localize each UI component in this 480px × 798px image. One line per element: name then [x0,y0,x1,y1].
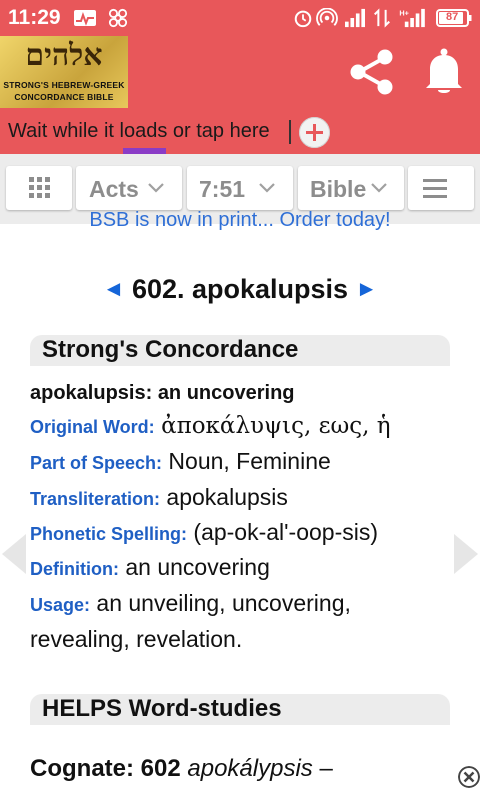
page-title: ◄ 602. apokalupsis ► [0,274,480,305]
section-strongs-concordance: Strong's Concordance [30,335,450,366]
cognate-row: Cognate: 602 apokálypsis – [30,755,333,783]
close-ad-icon[interactable] [458,766,480,788]
transliteration-label[interactable]: Transliteration: [30,489,160,509]
phonetic-label[interactable]: Phonetic Spelling: [30,524,187,544]
share-icon[interactable] [346,46,398,98]
definition-value: an uncovering [125,554,270,580]
section-title: HELPS Word-studies [42,695,282,722]
chevron-down-icon [148,183,164,193]
text-cursor [289,120,291,144]
cognate-word: apokálypsis [187,755,313,782]
section-title: Strong's Concordance [42,336,299,363]
previous-page-arrow-icon[interactable] [0,532,28,576]
version-select[interactable]: Bible [298,166,404,210]
prev-entry-arrow[interactable]: ◄ [103,276,125,301]
transliteration-row: Transliteration: apokalupsis [30,484,288,511]
chevron-down-icon [371,183,387,193]
battery-level: 87 [446,11,459,23]
alarm-icon [294,10,312,28]
original-word-row: Original Word: ἀποκάλυψις, εως, ἡ [30,412,391,439]
main-content: ◄ 602. apokalupsis ► Strong's Concordanc… [0,224,480,798]
cognate-label: Cognate: 602 [30,755,181,782]
notification-bell-icon[interactable] [422,48,466,96]
loading-bar[interactable]: Wait while it loads or tap here [0,108,480,154]
transliteration-value: apokalupsis [166,484,288,510]
status-time: 11:29 [8,6,61,29]
data-arrows-icon [374,8,390,28]
pos-value: Noun, Feminine [168,448,331,474]
usage-value-line1: an unveiling, uncovering, [96,590,351,616]
original-word-label[interactable]: Original Word: [30,417,155,437]
svg-text:H+: H+ [399,8,409,17]
hamburger-icon [423,179,447,198]
logo-hebrew: אלהים [25,38,103,73]
book-select[interactable]: Acts [76,166,182,210]
phonetic-row: Phonetic Spelling: (ap-ok-al'-oop-sis) [30,519,378,546]
grid-menu-button[interactable] [6,166,72,210]
original-word-value: ἀποκάλυψις, εως, ἡ [161,413,391,439]
cut-off-text-line [30,788,410,798]
definition-row: Definition: an uncovering [30,554,270,581]
app-logo[interactable]: אלהים STRONG'S HEBREW-GREEK CONCORDANCE … [0,36,128,108]
loading-text[interactable]: Wait while it loads or tap here [8,120,270,143]
hotspot-icon [316,8,338,26]
usage-value-line2: revealing, revelation. [30,626,243,652]
book-label: Acts [89,176,139,202]
add-icon[interactable] [299,117,330,148]
signal-h-plus-icon: H+ [399,8,425,28]
logo-line2: CONCORDANCE BIBLE [14,92,114,102]
chevron-down-icon [259,183,275,193]
activity-icon [74,10,96,26]
status-bar: 11:29 H+ 87 [0,0,480,36]
hamburger-menu-button[interactable] [408,166,474,210]
next-page-arrow-icon[interactable] [452,532,480,576]
grid-icon [29,177,50,198]
usage-label[interactable]: Usage: [30,595,90,615]
version-label: Bible [310,176,367,202]
definition-label[interactable]: Definition: [30,559,119,579]
cognate-dash: – [319,755,333,782]
chapter-verse-label: 7:51 [199,176,246,202]
chapter-verse-select[interactable]: 7:51 [187,166,293,210]
pos-label[interactable]: Part of Speech: [30,453,162,473]
part-of-speech-row: Part of Speech: Noun, Feminine [30,448,331,475]
app-header: אלהים STRONG'S HEBREW-GREEK CONCORDANCE … [0,36,480,154]
entry-title: 602. apokalupsis [131,274,349,304]
phonetic-value: (ap-ok-al'-oop-sis) [193,519,379,545]
logo-line1: STRONG'S HEBREW-GREEK [3,80,125,90]
pinwheel-icon [108,8,128,28]
usage-row: Usage: an unveiling, uncovering, [30,590,351,617]
short-definition: apokalupsis: an uncovering [30,382,295,404]
next-entry-arrow[interactable]: ► [356,276,378,301]
signal-icon [345,8,365,28]
section-helps-word-studies: HELPS Word-studies [30,694,450,725]
